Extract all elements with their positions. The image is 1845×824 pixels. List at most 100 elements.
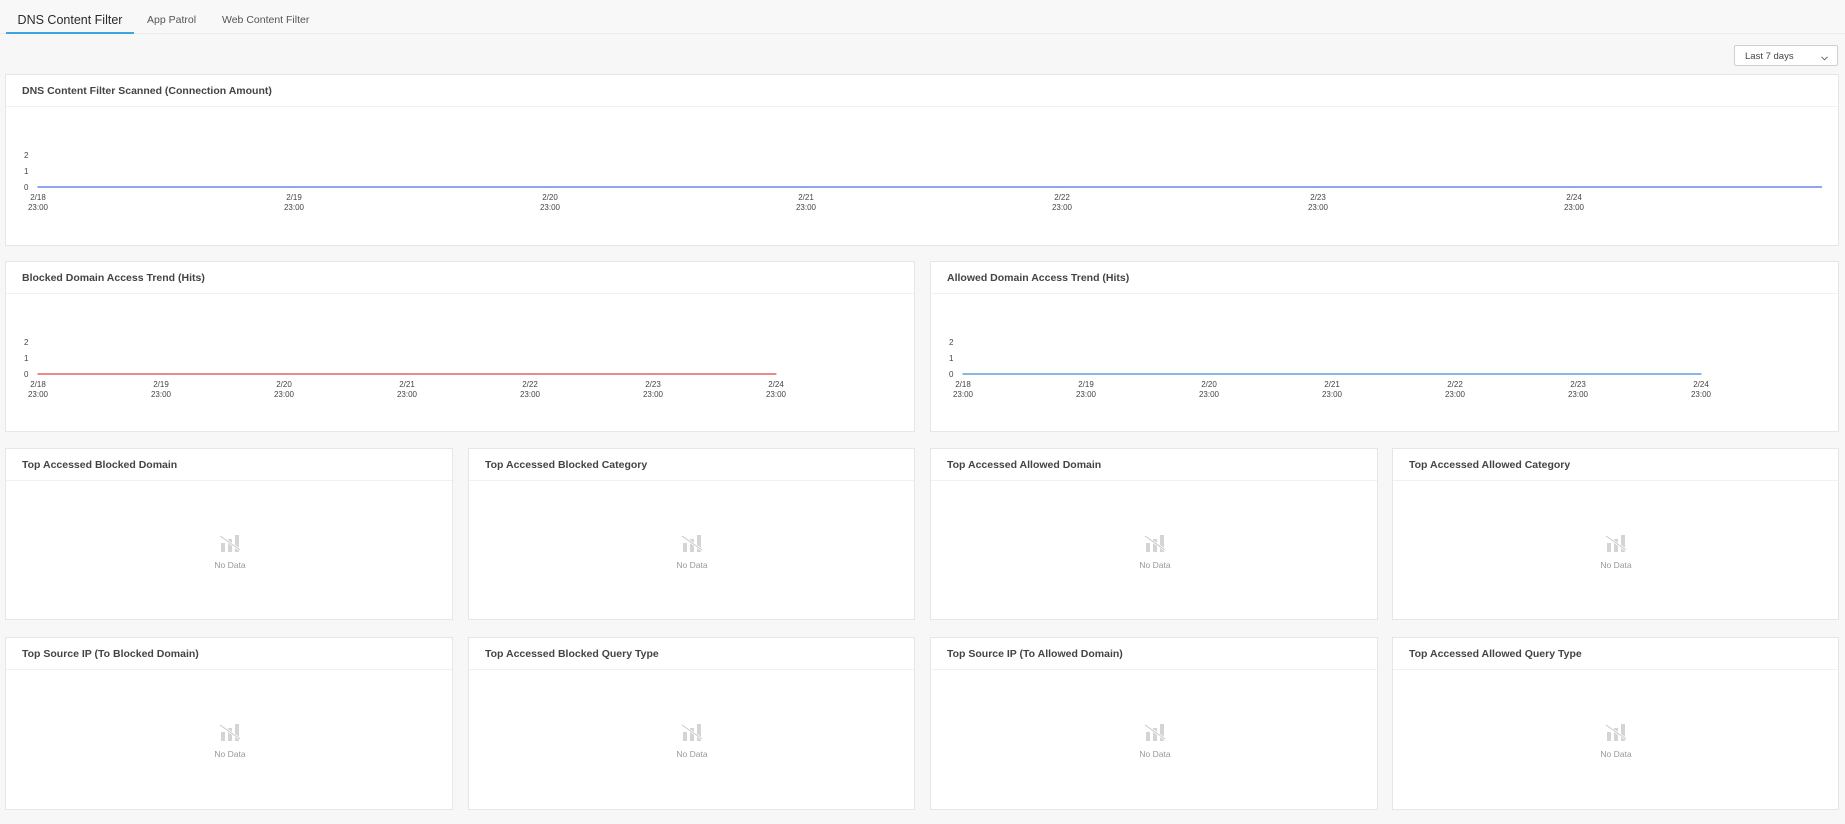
allowed-trend-chart: 0122/1823:002/1923:002/2023:002/2123:002…	[949, 338, 1712, 399]
panel-top-blocked-query-type: Top Accessed Blocked Query Type No Data	[468, 637, 915, 810]
x-tick-label: 2/20	[1201, 380, 1217, 389]
data-point	[962, 373, 964, 375]
x-tick-label: 23:00	[1691, 390, 1712, 399]
x-tick-label: 2/24	[768, 380, 784, 389]
x-tick-label: 2/21	[399, 380, 415, 389]
data-point	[37, 373, 39, 375]
no-data-text: No Data	[1139, 749, 1171, 759]
panel-title: Top Accessed Blocked Category	[485, 459, 648, 471]
x-tick-label: 23:00	[28, 203, 49, 212]
x-tick-label: 23:00	[953, 390, 974, 399]
x-tick-label: 2/18	[955, 380, 971, 389]
x-tick-label: 23:00	[151, 390, 172, 399]
x-tick-label: 23:00	[397, 390, 418, 399]
empty-state: No Data	[180, 722, 280, 759]
tab-bar: DNS Content Filter App Patrol Web Conten…	[0, 0, 1845, 34]
no-data-text: No Data	[214, 749, 246, 759]
x-tick-label: 23:00	[1052, 203, 1073, 212]
panel-top-allowed-domain: Top Accessed Allowed Domain No Data	[930, 448, 1378, 620]
x-tick-label: 23:00	[284, 203, 305, 212]
y-tick-label: 1	[24, 354, 29, 363]
chevron-down-icon	[1821, 53, 1828, 64]
tab-app-patrol[interactable]: App Patrol	[147, 0, 196, 34]
x-tick-label: 2/19	[286, 193, 302, 202]
x-tick-label: 2/22	[1054, 193, 1070, 202]
panel-title: Top Accessed Allowed Category	[1409, 459, 1571, 471]
x-tick-label: 2/21	[1324, 380, 1340, 389]
empty-state: No Data	[642, 533, 742, 570]
panel-top-source-ip-allowed: Top Source IP (To Allowed Domain) No Dat…	[930, 637, 1378, 810]
time-range-value: Last 7 days	[1745, 51, 1794, 62]
scanned-chart: 0122/1823:002/1923:002/2023:002/2123:002…	[24, 151, 1822, 212]
data-point	[1208, 373, 1210, 375]
allowed-trend-card: Allowed Domain Access Trend (Hits) 0 1 2 2/…	[930, 261, 1839, 432]
x-tick-label: 2/23	[1310, 193, 1326, 202]
panel-top-blocked-domain: Top Accessed Blocked Domain No Data	[5, 448, 453, 620]
blocked-trend-title: Blocked Domain Access Trend (Hits)	[22, 272, 205, 284]
x-tick-label: 2/24	[1693, 380, 1709, 389]
data-point	[1085, 373, 1087, 375]
panel-top-allowed-category: Top Accessed Allowed Category No Data	[1392, 448, 1839, 620]
data-point	[529, 373, 531, 375]
data-point	[652, 373, 654, 375]
x-tick-label: 23:00	[766, 390, 787, 399]
data-point	[549, 186, 551, 188]
empty-state: No Data	[1566, 533, 1666, 570]
x-tick-label: 23:00	[1076, 390, 1097, 399]
y-tick-label: 2	[949, 338, 954, 347]
x-tick-label: 23:00	[1445, 390, 1466, 399]
data-point	[1331, 373, 1333, 375]
x-tick-label: 2/22	[1447, 380, 1463, 389]
no-data-text: No Data	[676, 560, 708, 570]
no-data-text: No Data	[676, 749, 708, 759]
x-tick-label: 2/24	[1566, 193, 1582, 202]
x-tick-label: 2/18	[30, 193, 46, 202]
panel-top-allowed-query-type: Top Accessed Allowed Query Type No Data	[1392, 637, 1839, 810]
data-point	[1454, 373, 1456, 375]
panel-title: Top Accessed Blocked Query Type	[485, 648, 659, 660]
x-tick-label: 2/23	[1570, 380, 1586, 389]
x-tick-label: 2/19	[153, 380, 169, 389]
data-point	[1700, 373, 1702, 375]
time-range-select[interactable]: Last 7 days	[1734, 45, 1838, 66]
y-tick-label: 1	[949, 354, 954, 363]
x-tick-label: 23:00	[1568, 390, 1589, 399]
empty-state: No Data	[1105, 533, 1205, 570]
x-tick-label: 23:00	[1308, 203, 1329, 212]
bar-chart-empty-icon	[1605, 723, 1627, 741]
bar-chart-empty-icon	[219, 534, 241, 552]
panel-title: Top Accessed Blocked Domain	[22, 459, 178, 471]
empty-state: No Data	[1566, 722, 1666, 759]
data-point	[1573, 186, 1575, 188]
y-tick-label: 2	[24, 338, 29, 347]
data-point	[160, 373, 162, 375]
no-data-text: No Data	[1600, 749, 1632, 759]
no-data-text: No Data	[214, 560, 246, 570]
bar-chart-empty-icon	[681, 723, 703, 741]
data-point	[406, 373, 408, 375]
empty-state: No Data	[1105, 722, 1205, 759]
y-tick-label: 0	[24, 183, 29, 192]
panel-title: Top Accessed Allowed Domain	[947, 459, 1102, 471]
x-tick-label: 23:00	[274, 390, 295, 399]
y-tick-label: 1	[24, 167, 29, 176]
allowed-trend-title: Allowed Domain Access Trend (Hits)	[947, 272, 1130, 284]
data-point	[293, 186, 295, 188]
x-tick-label: 23:00	[1322, 390, 1343, 399]
x-tick-label: 2/18	[30, 380, 46, 389]
blocked-trend-chart: 0122/1823:002/1923:002/2023:002/2123:002…	[24, 338, 787, 399]
tab-web-content-filter[interactable]: Web Content Filter	[222, 0, 309, 34]
tab-dns-content-filter[interactable]: DNS Content Filter	[6, 0, 134, 34]
x-tick-label: 23:00	[796, 203, 817, 212]
no-data-text: No Data	[1139, 560, 1171, 570]
x-tick-label: 23:00	[540, 203, 561, 212]
data-point	[1317, 186, 1319, 188]
empty-state: No Data	[180, 533, 280, 570]
data-point	[775, 373, 777, 375]
scanned-chart-title: DNS Content Filter Scanned (Connection A…	[22, 85, 272, 97]
data-point	[37, 186, 39, 188]
bar-chart-empty-icon	[219, 723, 241, 741]
panel-title: Top Source IP (To Allowed Domain)	[947, 648, 1123, 660]
y-tick-label: 0	[24, 370, 29, 379]
x-tick-label: 2/20	[542, 193, 558, 202]
